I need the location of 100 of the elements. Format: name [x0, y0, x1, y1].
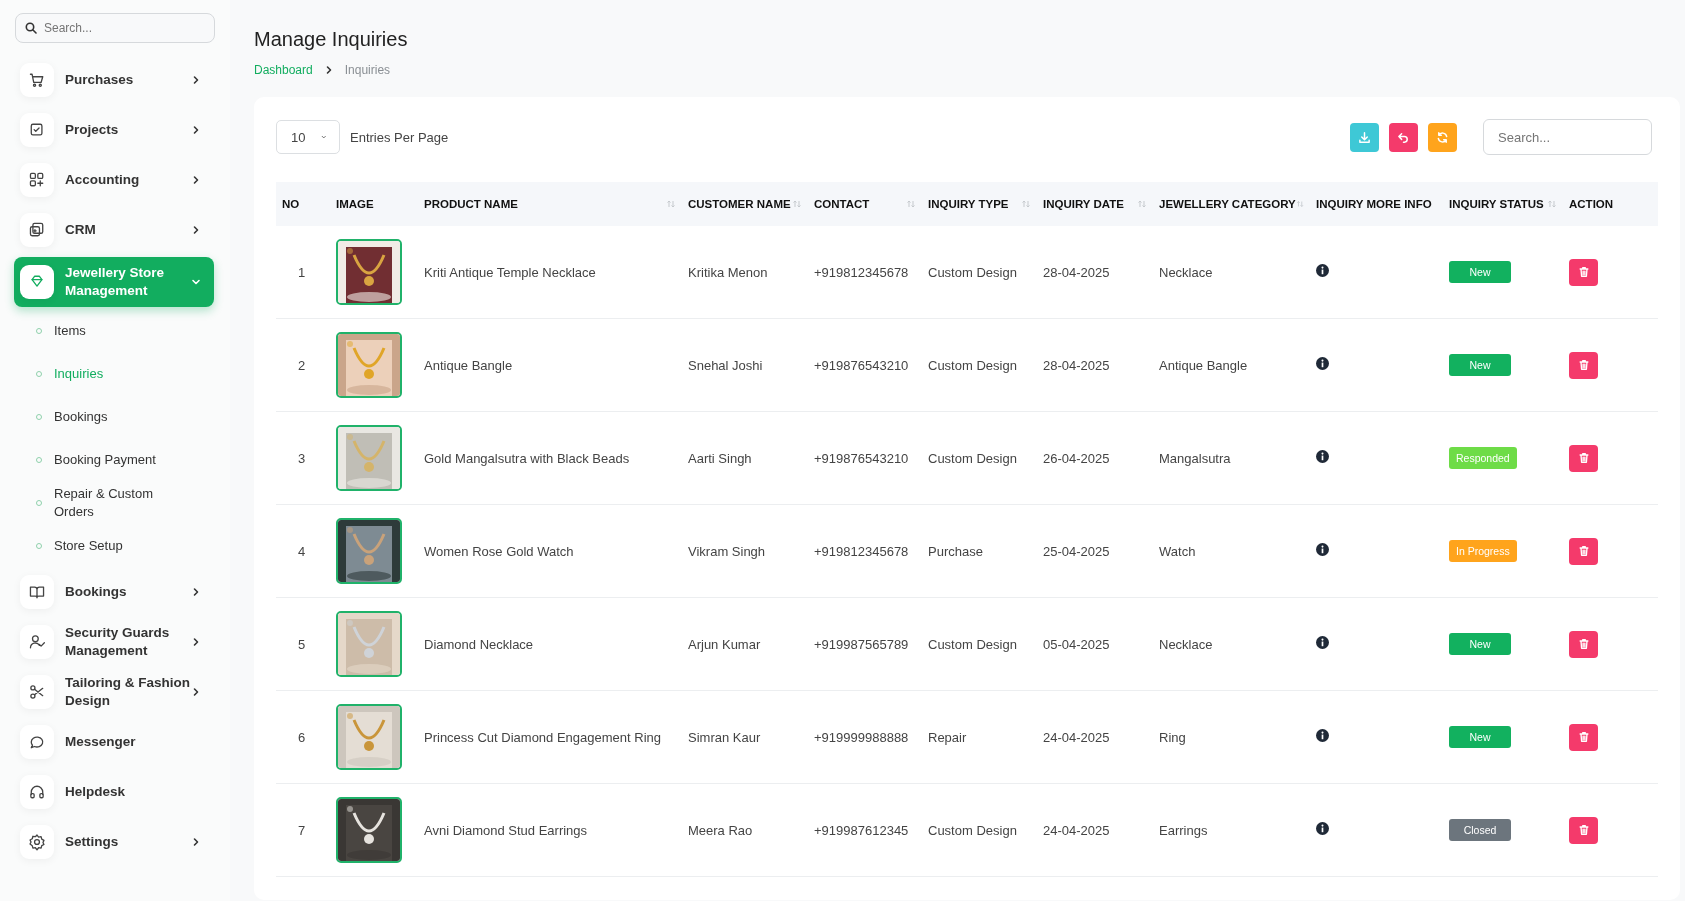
product-thumbnail[interactable]	[336, 425, 402, 491]
info-icon[interactable]	[1316, 729, 1329, 742]
delete-button[interactable]	[1569, 258, 1598, 286]
product-thumbnail[interactable]	[336, 704, 402, 770]
row-number: 7	[298, 822, 306, 838]
table-cell: Simran Kaur	[688, 729, 761, 745]
info-icon[interactable]	[1316, 264, 1329, 277]
table-cell: Aarti Singh	[688, 450, 752, 466]
submenu-item[interactable]: Bookings	[36, 395, 186, 438]
grid-icon	[28, 171, 46, 189]
table-cell: Meera Rao	[688, 822, 753, 838]
table-cell: Purchase	[928, 543, 983, 559]
table-cell: +919876543210	[814, 450, 909, 466]
table-cell: Antique Bangle	[424, 357, 513, 373]
sidebar-item[interactable]: Security Guards Management	[14, 617, 214, 667]
product-thumbnail[interactable]	[336, 797, 402, 863]
info-icon[interactable]	[1316, 357, 1329, 370]
refresh-button[interactable]	[1428, 122, 1457, 152]
sidebar-item[interactable]: Helpdesk	[14, 767, 214, 817]
info-icon[interactable]	[1316, 822, 1329, 835]
product-thumbnail[interactable]	[336, 239, 402, 305]
status-badge: New	[1449, 261, 1511, 283]
search-field[interactable]: Search...	[1483, 119, 1652, 155]
entries-dropdown[interactable]: 10	[276, 120, 340, 154]
delete-button[interactable]	[1569, 537, 1598, 565]
column-header[interactable]: JEWELLERY CATEGORY	[1153, 182, 1310, 226]
table-cell: Custom Design	[928, 357, 1017, 373]
column-header[interactable]: CUSTOMER NAME	[682, 182, 808, 226]
undo-icon	[1397, 130, 1410, 144]
column-header: IMAGE	[330, 182, 418, 226]
breadcrumb-current: Inquiries	[344, 63, 391, 77]
column-header[interactable]: INQUIRY DATE	[1037, 182, 1153, 226]
submenu-item[interactable]: Booking Payment	[36, 438, 186, 481]
sidebar-item[interactable]: Purchases	[14, 55, 214, 105]
table-cell: +919999988888	[814, 729, 909, 745]
column-header[interactable]: PRODUCT NAME	[418, 182, 682, 226]
layers-icon	[28, 221, 46, 239]
row-number: 6	[298, 729, 306, 745]
info-icon[interactable]	[1316, 636, 1329, 649]
download-icon	[1358, 130, 1371, 144]
search-field[interactable]: Search...	[15, 13, 215, 43]
info-icon[interactable]	[1316, 543, 1329, 556]
table-cell: Custom Design	[928, 636, 1017, 652]
sidebar-item[interactable]: Accounting	[14, 155, 214, 205]
book-icon	[28, 583, 46, 601]
column-header[interactable]: CONTACT	[808, 182, 922, 226]
table-cell: Kriti Antique Temple Necklace	[424, 264, 596, 280]
table-cell: Gold Mangalsutra with Black Beads	[424, 450, 630, 466]
table-cell: Snehal Joshi	[688, 357, 763, 373]
table-cell: 05-04-2025	[1043, 636, 1110, 652]
column-header[interactable]: INQUIRY STATUS	[1443, 182, 1563, 226]
delete-button[interactable]	[1569, 630, 1598, 658]
download-button[interactable]	[1350, 122, 1379, 152]
submenu-item[interactable]: Items	[36, 309, 186, 352]
trash-icon	[1577, 359, 1590, 371]
sidebar-item[interactable]: Projects	[14, 105, 214, 155]
table-cell: Antique Bangle	[1159, 357, 1248, 373]
submenu-item[interactable]: Repair & Custom Orders	[36, 481, 186, 524]
trash-icon	[1577, 545, 1590, 557]
sidebar-item[interactable]: CRM	[14, 205, 214, 255]
column-header: ACTION	[1563, 182, 1658, 226]
checkbox-icon	[28, 121, 46, 139]
sidebar-item[interactable]: Tailoring & Fashion Design	[14, 667, 214, 717]
column-header: NO	[276, 182, 330, 226]
product-thumbnail[interactable]	[336, 332, 402, 398]
table-cell: 26-04-2025	[1043, 450, 1110, 466]
info-icon[interactable]	[1316, 450, 1329, 463]
status-badge: Responded	[1449, 447, 1517, 469]
delete-button[interactable]	[1569, 351, 1598, 379]
table-cell: Custom Design	[928, 822, 1017, 838]
row-number: 1	[298, 264, 306, 280]
scissors-icon	[28, 683, 46, 701]
sidebar-item[interactable]: Bookings	[14, 567, 214, 617]
delete-button[interactable]	[1569, 816, 1598, 844]
sidebar-item[interactable]: Settings	[14, 817, 214, 867]
product-thumbnail[interactable]	[336, 518, 402, 584]
column-header[interactable]: INQUIRY TYPE	[922, 182, 1037, 226]
undo-button[interactable]	[1389, 122, 1418, 152]
page-title: Manage Inquiries	[254, 28, 408, 51]
product-thumbnail[interactable]	[336, 611, 402, 677]
column-header: INQUIRY MORE INFO	[1310, 182, 1443, 226]
table-cell: Watch	[1159, 543, 1196, 559]
trash-icon	[1577, 452, 1590, 464]
table-cell: Diamond Necklace	[424, 636, 534, 652]
table-cell: +919812345678	[814, 264, 909, 280]
status-badge: New	[1449, 354, 1511, 376]
entries-label: Entries Per Page	[350, 129, 449, 145]
sidebar-item[interactable]: Messenger	[14, 717, 214, 767]
row-number: 5	[298, 636, 306, 652]
status-badge: Closed	[1449, 819, 1511, 841]
submenu-item[interactable]: Store Setup	[36, 524, 186, 567]
table-cell: +919876543210	[814, 357, 909, 373]
trash-icon	[1577, 266, 1590, 278]
table-cell: Arjun Kumar	[688, 636, 761, 652]
delete-button[interactable]	[1569, 444, 1598, 472]
table-cell: Avni Diamond Stud Earrings	[424, 822, 588, 838]
table-cell: Mangalsutra	[1159, 450, 1231, 466]
table-cell: +919987612345	[814, 822, 909, 838]
delete-button[interactable]	[1569, 723, 1598, 751]
row-number: 3	[298, 450, 306, 466]
